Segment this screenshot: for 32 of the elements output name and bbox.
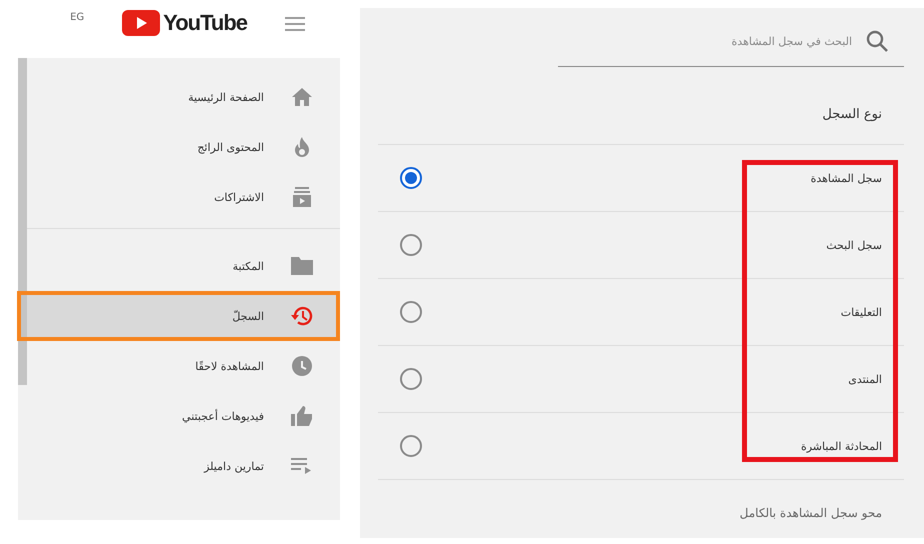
search-icon <box>866 30 888 52</box>
subscriptions-icon <box>290 187 314 207</box>
home-icon <box>290 87 314 107</box>
option-label[interactable]: سجل البحث <box>826 238 882 252</box>
play-logo-icon <box>122 10 160 36</box>
history-icon <box>290 305 314 327</box>
section-title: نوع السجل <box>378 67 904 145</box>
radio-button[interactable] <box>400 435 422 457</box>
thumbs-up-icon <box>290 406 314 426</box>
logo-text[interactable]: YouTube <box>163 10 247 36</box>
radio-button[interactable] <box>400 368 422 390</box>
search-field[interactable]: البحث في سجل المشاهدة <box>558 34 854 48</box>
folder-icon <box>290 257 314 275</box>
option-label[interactable]: سجل المشاهدة <box>810 172 882 184</box>
radio-button[interactable] <box>400 234 422 256</box>
sidebar-item[interactable]: فيديوهات أعجبتني <box>27 391 340 441</box>
clock-icon <box>290 356 314 376</box>
scrollbar[interactable] <box>18 58 27 385</box>
sidebar-item[interactable]: المشاهدة لاحقًا <box>27 341 340 391</box>
menu-icon[interactable] <box>285 17 305 31</box>
option-label[interactable]: التعليقات <box>840 306 882 318</box>
sidebar-item[interactable]: الاشتراكات <box>27 172 340 222</box>
sidebar-item[interactable]: المكتبة <box>27 241 340 291</box>
radio-button[interactable] <box>400 167 422 189</box>
clear-history-link[interactable]: محو سجل المشاهدة بالكامل <box>740 506 882 520</box>
option-label[interactable]: المنتدى <box>848 372 882 386</box>
sidebar-item[interactable]: تمارين داميلز <box>27 441 340 491</box>
option-label[interactable]: المحادثة المباشرة <box>800 440 882 452</box>
radio-button[interactable] <box>400 301 422 323</box>
sidebar-item[interactable]: المحتوى الرائج <box>27 122 340 172</box>
region-code: EG <box>70 12 84 23</box>
sidebar-item[interactable]: الصفحة الرئيسية <box>27 72 340 122</box>
